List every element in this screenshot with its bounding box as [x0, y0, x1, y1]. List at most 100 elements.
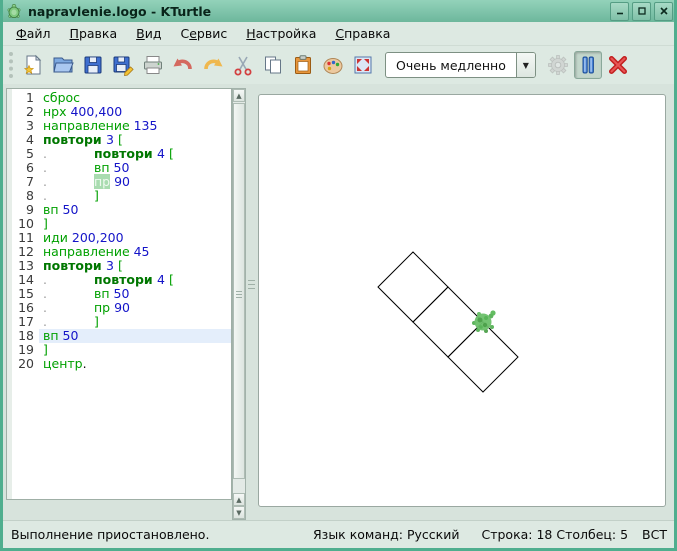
menubar: Файл ПравкаВид Сервис Настройка Справка — [3, 22, 674, 46]
line-content[interactable]: направление 45 — [39, 245, 231, 259]
line-content[interactable]: ] — [39, 217, 231, 231]
speed-select[interactable]: Очень медленно ▼ — [385, 52, 536, 78]
line-content[interactable]: сброс — [39, 91, 231, 105]
line-number: 19 — [12, 343, 39, 357]
titlebar: napravlenie.logo - KTurtle — [0, 0, 677, 22]
code-line-8[interactable]: 8.] — [12, 189, 231, 203]
line-content[interactable]: .вп 50 — [39, 287, 231, 301]
redo-button[interactable] — [199, 51, 227, 79]
menu-settings[interactable]: Настройка — [239, 24, 323, 43]
line-number: 14 — [12, 273, 39, 287]
scroll-up-icon[interactable]: ▲ — [233, 89, 245, 102]
menu-file[interactable]: Файл — [9, 24, 58, 43]
line-number: 17 — [12, 315, 39, 329]
code-line-18[interactable]: 18вп 50 — [12, 329, 231, 343]
menu-tools[interactable]: Сервис — [173, 24, 234, 43]
line-content[interactable]: вп 50 — [39, 329, 231, 343]
line-content[interactable]: вп 50 — [39, 203, 231, 217]
save-file-button[interactable] — [79, 51, 107, 79]
copy-button[interactable] — [259, 51, 287, 79]
line-content[interactable]: .] — [39, 315, 231, 329]
execute-icon — [546, 53, 570, 77]
save-as-button[interactable] — [109, 51, 137, 79]
maximize-button[interactable] — [632, 2, 651, 21]
code-line-17[interactable]: 17.] — [12, 315, 231, 329]
menu-view[interactable]: Вид — [129, 24, 168, 43]
code-lines: 1сброс2нрх 400,4003направление 1354повто… — [12, 91, 231, 371]
code-line-13[interactable]: 13повтори 3 [ — [12, 259, 231, 273]
line-content[interactable]: нрх 400,400 — [39, 105, 231, 119]
code-line-5[interactable]: 5.повтори 4 [ — [12, 147, 231, 161]
code-line-10[interactable]: 10] — [12, 217, 231, 231]
execute-button[interactable] — [544, 51, 572, 79]
line-number: 18 — [12, 329, 39, 343]
code-line-14[interactable]: 14.повтори 4 [ — [12, 273, 231, 287]
pause-button[interactable] — [574, 51, 602, 79]
line-content[interactable]: .вп 50 — [39, 161, 231, 175]
code-line-11[interactable]: 11иди 200,200 — [12, 231, 231, 245]
line-content[interactable]: центр. — [39, 357, 231, 371]
code-line-2[interactable]: 2нрх 400,400 — [12, 105, 231, 119]
code-editor[interactable]: 1сброс2нрх 400,4003направление 1354повто… — [6, 88, 232, 500]
code-line-6[interactable]: 6.вп 50 — [12, 161, 231, 175]
chevron-down-icon[interactable]: ▼ — [516, 53, 535, 77]
line-number: 20 — [12, 357, 39, 371]
scroll-down-icon[interactable]: ▼ — [233, 506, 245, 519]
line-number: 4 — [12, 133, 39, 147]
panel-splitter[interactable] — [246, 88, 258, 520]
code-line-15[interactable]: 15.вп 50 — [12, 287, 231, 301]
fullscreen-button[interactable] — [349, 51, 377, 79]
line-content[interactable]: направление 135 — [39, 119, 231, 133]
line-number: 16 — [12, 301, 39, 315]
code-line-9[interactable]: 9вп 50 — [12, 203, 231, 217]
close-button[interactable] — [654, 2, 673, 21]
code-line-4[interactable]: 4повтори 3 [ — [12, 133, 231, 147]
code-line-1[interactable]: 1сброс — [12, 91, 231, 105]
save-file-icon — [81, 53, 105, 77]
save-as-icon — [111, 53, 135, 77]
execution-buttons — [544, 51, 634, 79]
speed-select-value: Очень медленно — [386, 58, 516, 73]
line-content[interactable]: повтори 3 [ — [39, 259, 231, 273]
line-content[interactable]: .пр 90 — [39, 301, 231, 315]
cut-button[interactable] — [229, 51, 257, 79]
splitter-grip-icon — [248, 280, 255, 292]
open-file-button[interactable] — [49, 51, 77, 79]
drawn-square-3 — [448, 322, 518, 392]
code-line-20[interactable]: 20центр. — [12, 357, 231, 371]
paste-icon — [291, 53, 315, 77]
cut-icon — [231, 53, 255, 77]
code-line-12[interactable]: 12направление 45 — [12, 245, 231, 259]
paste-button[interactable] — [289, 51, 317, 79]
line-content[interactable]: иди 200,200 — [39, 231, 231, 245]
line-number: 12 — [12, 245, 39, 259]
line-content[interactable]: ] — [39, 343, 231, 357]
line-number: 9 — [12, 203, 39, 217]
status-message: Выполнение приостановлено. — [3, 527, 313, 542]
line-content[interactable]: повтори 3 [ — [39, 133, 231, 147]
line-number: 6 — [12, 161, 39, 175]
menu-help[interactable]: Справка — [328, 24, 397, 43]
line-content[interactable]: .пр 90 — [39, 175, 231, 189]
code-line-16[interactable]: 16.пр 90 — [12, 301, 231, 315]
menu-edit[interactable]: Правка — [63, 24, 125, 43]
turtle-canvas — [258, 94, 666, 507]
stop-icon — [606, 53, 630, 77]
scroll-up2-icon[interactable]: ▲ — [233, 493, 245, 506]
stop-button[interactable] — [604, 51, 632, 79]
scrollbar-thumb[interactable] — [233, 103, 245, 479]
fullscreen-icon — [351, 53, 375, 77]
code-line-19[interactable]: 19] — [12, 343, 231, 357]
color-picker-button[interactable] — [319, 51, 347, 79]
code-line-7[interactable]: 7.пр 90 — [12, 175, 231, 189]
toolbar-drag-handle[interactable] — [9, 52, 13, 78]
line-content[interactable]: .] — [39, 189, 231, 203]
minimize-button[interactable] — [610, 2, 629, 21]
line-content[interactable]: .повтори 4 [ — [39, 273, 231, 287]
new-file-button[interactable] — [19, 51, 47, 79]
undo-button[interactable] — [169, 51, 197, 79]
editor-vertical-scrollbar[interactable]: ▲ ▲ ▼ — [232, 88, 246, 520]
print-button[interactable] — [139, 51, 167, 79]
line-content[interactable]: .повтори 4 [ — [39, 147, 231, 161]
code-line-3[interactable]: 3направление 135 — [12, 119, 231, 133]
